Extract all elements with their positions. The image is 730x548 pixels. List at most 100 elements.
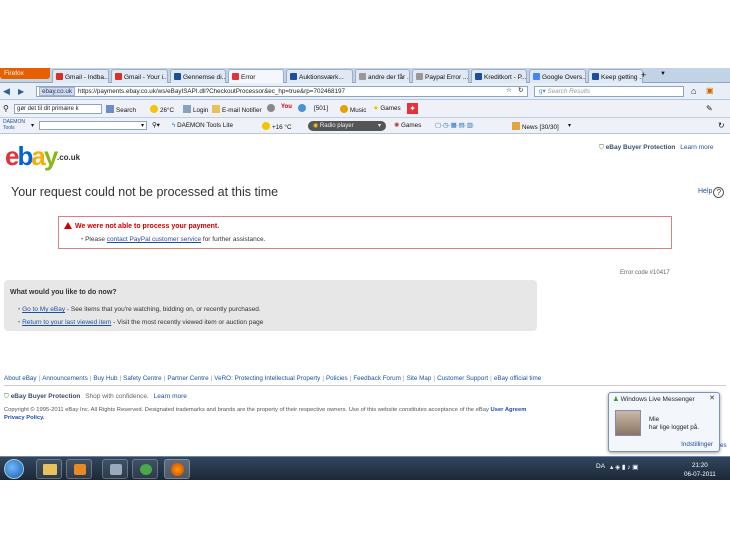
warning-icon: [64, 222, 72, 229]
tab-6[interactable]: andre der får ...: [355, 69, 410, 83]
footer-link[interactable]: Site Map: [407, 375, 432, 382]
globe-icon[interactable]: [298, 104, 308, 113]
help-link[interactable]: Help?: [698, 187, 725, 198]
media-player-taskbar-button[interactable]: [66, 459, 92, 479]
toolbar-search-button[interactable]: Search: [106, 105, 136, 114]
footer-buyer-protection: ⛉ eBay Buyer Protection Shop with confid…: [4, 393, 187, 400]
footer-link[interactable]: VeRO: Protecting Intellectual Property: [214, 375, 320, 382]
tab-5[interactable]: Auktionsværk...: [286, 69, 353, 83]
user-agreement-link[interactable]: User Agreem: [491, 407, 527, 413]
daemon-search-input[interactable]: [39, 121, 147, 130]
messenger-message: Mie har lige logget på.: [649, 416, 700, 431]
search-input[interactable]: g▾ Search Results: [534, 86, 684, 97]
reload-icon[interactable]: ↻: [518, 87, 523, 94]
tab-9[interactable]: Google Overs...: [529, 69, 586, 83]
tool-icon: [110, 464, 122, 475]
navigation-bar: ◀ ▶ ebay.co.uk https://payments.ebay.co.u…: [0, 83, 730, 100]
radio-player[interactable]: ◉ Radio player ▾: [308, 121, 386, 131]
tab-4[interactable]: Error: [228, 69, 284, 83]
wrench-icon[interactable]: ✎: [706, 104, 713, 113]
footer-link[interactable]: Buy Hub: [93, 375, 117, 382]
home-icon[interactable]: ⌂: [691, 86, 696, 96]
url-bar[interactable]: ebay.co.uk https://payments.ebay.co.uk/ws…: [36, 86, 528, 97]
footer-link[interactable]: Customer Support: [437, 375, 488, 382]
clock[interactable]: 21:20 06-07-2011: [684, 461, 716, 479]
daemon-logo[interactable]: DAEMON Tools: [3, 119, 29, 131]
youtube-icon[interactable]: You: [281, 104, 292, 110]
daemon-lite-button[interactable]: ϟ DAEMON Tools Lite: [172, 122, 233, 129]
toolbar-refresh-icon[interactable]: ↻: [718, 121, 725, 130]
wikipedia-icon[interactable]: [267, 104, 277, 113]
daemon-search-icon[interactable]: ⚲▾: [152, 122, 160, 129]
ebay-logo[interactable]: ebay: [5, 141, 58, 172]
message-count[interactable]: [501]: [314, 105, 328, 112]
error-message: • Please contact PayPal customer service…: [81, 236, 266, 243]
toolbar-search-combo[interactable]: gør det til dit primære k: [14, 104, 102, 114]
addon-icon[interactable]: ▣: [706, 86, 714, 95]
search-placeholder: Search Results: [547, 88, 591, 95]
search-toolbar: ⚲ gør det til dit primære k Search 26°C …: [0, 100, 730, 118]
last-viewed-item-link[interactable]: Return to your last viewed item: [22, 319, 111, 326]
footer-learn-more-link[interactable]: Learn more: [154, 393, 187, 400]
messenger-notification[interactable]: ♟ Windows Live Messenger ✕ Mie har lige l…: [608, 392, 720, 452]
taskbar: DA ▴ ◈ ▮ ♪ ▣ 21:20 06-07-2011: [0, 456, 730, 480]
explorer-taskbar-button[interactable]: [36, 459, 62, 479]
bookmark-star-icon[interactable]: ☆: [506, 87, 512, 94]
tray-icons[interactable]: ▴ ◈ ▮ ♪ ▣: [610, 463, 638, 471]
toolbar-icon-group[interactable]: ▢·◷·▦·▤·▥·: [435, 122, 475, 129]
back-button-icon[interactable]: ◀: [3, 86, 10, 97]
firefox-taskbar-button[interactable]: [164, 459, 190, 479]
privacy-policy-link[interactable]: Privacy Policy.: [4, 415, 45, 421]
tab-favicon-icon: [56, 73, 63, 80]
toolbar-logo-icon[interactable]: ✦: [407, 103, 418, 114]
media-icon: [74, 464, 86, 475]
weather-widget[interactable]: 26°C: [150, 105, 174, 114]
magnifier-icon[interactable]: ⚲: [3, 104, 9, 113]
login-button[interactable]: Login: [183, 105, 208, 114]
music-button[interactable]: Music: [340, 105, 366, 114]
footer-link[interactable]: Partner Centre: [167, 375, 208, 382]
new-tab-button[interactable]: +: [641, 70, 646, 80]
partially-hidden-text: es: [720, 442, 727, 449]
tab-2[interactable]: Gmail - Your i...: [111, 69, 168, 83]
footer-link[interactable]: Feedback Forum: [353, 375, 401, 382]
temperature-widget[interactable]: +16 °C: [262, 122, 292, 131]
footer-link[interactable]: Announcements: [42, 375, 88, 382]
tab-10[interactable]: Keep getting ...: [588, 69, 643, 83]
tool-taskbar-button[interactable]: [102, 459, 128, 479]
footer-link[interactable]: eBay official time: [494, 375, 541, 382]
tab-3[interactable]: Gennemse di...: [170, 69, 226, 83]
footer-separator: |: [89, 375, 92, 382]
tab-7[interactable]: Paypal Error ...: [412, 69, 469, 83]
tab-1[interactable]: Gmail - Indba...: [52, 69, 109, 83]
tab-favicon-icon: [416, 73, 423, 80]
language-indicator[interactable]: DA: [596, 463, 605, 470]
news-chevron-icon[interactable]: ▾: [568, 122, 571, 129]
messenger-taskbar-button[interactable]: [132, 459, 158, 479]
daemon-search-chevron-icon[interactable]: ▾: [141, 122, 144, 129]
games-button-2[interactable]: ✺ Games: [394, 122, 421, 129]
tab-8[interactable]: Kreditkort - P...: [471, 69, 527, 83]
forward-button-icon[interactable]: ▶: [18, 87, 24, 96]
footer-link[interactable]: About eBay: [4, 375, 37, 382]
tab-favicon-icon: [115, 73, 122, 80]
error-box: We were not able to process your payment…: [58, 216, 672, 249]
daemon-dropdown-icon[interactable]: ▾: [31, 122, 34, 129]
learn-more-link[interactable]: Learn more: [680, 144, 713, 151]
avatar[interactable]: [615, 410, 641, 436]
my-ebay-link[interactable]: Go to My eBay: [22, 306, 65, 313]
footer-link[interactable]: Safety Centre: [123, 375, 162, 382]
games-button[interactable]: ★ Games: [373, 105, 401, 112]
error-title: We were not able to process your payment…: [64, 222, 219, 230]
footer-link[interactable]: Policies: [326, 375, 348, 382]
site-identity-badge[interactable]: ebay.co.uk: [39, 87, 75, 96]
footer-separator: |: [119, 375, 122, 382]
close-icon[interactable]: ✕: [709, 394, 715, 402]
news-button[interactable]: News [30/30]: [512, 122, 559, 131]
email-notifier-button[interactable]: E-mail Notifier: [212, 105, 262, 114]
start-button[interactable]: [4, 459, 24, 479]
tab-list-chevron-icon[interactable]: ▼: [660, 71, 666, 77]
messenger-settings-link[interactable]: Indstillinger: [681, 441, 713, 448]
contact-paypal-link[interactable]: contact PayPal customer service: [107, 236, 201, 243]
firefox-menu-button[interactable]: Firefox: [0, 68, 50, 79]
